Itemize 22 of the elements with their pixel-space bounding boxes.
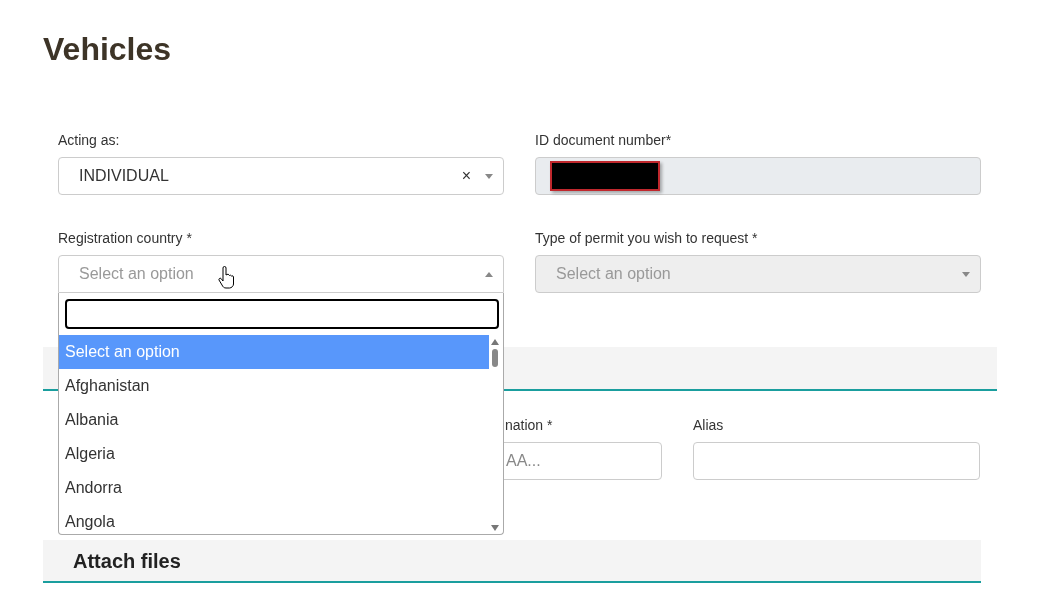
dropdown-option[interactable]: Afghanistan xyxy=(59,369,489,403)
placeholder-text: Select an option xyxy=(79,264,194,284)
section-title: Attach files xyxy=(73,548,181,574)
field-label: Registration country * xyxy=(58,230,193,247)
hand-cursor-icon xyxy=(217,266,234,290)
clear-button[interactable]: × xyxy=(461,164,471,188)
placeholder-text: Select an option xyxy=(556,264,671,284)
field-label: Acting as: xyxy=(58,132,121,149)
search-field[interactable] xyxy=(65,299,499,329)
caret-down-icon xyxy=(962,271,970,277)
field-label: Alias xyxy=(693,417,725,434)
dropdown-option[interactable]: Angola xyxy=(59,505,489,534)
field-label: nation * xyxy=(504,417,554,434)
dropdown-option[interactable]: Albania xyxy=(59,403,489,437)
caret-up-icon xyxy=(485,271,493,277)
selected-value: INDIVIDUAL xyxy=(79,166,169,186)
caret-down-icon xyxy=(485,173,493,179)
field-label: Type of permit you wish to request * xyxy=(535,230,759,247)
input-field[interactable] xyxy=(693,442,980,480)
field-label: ID document number* xyxy=(535,132,673,149)
page-title: Vehicles xyxy=(43,30,173,68)
select-field[interactable]: INDIVIDUAL × xyxy=(58,157,504,195)
